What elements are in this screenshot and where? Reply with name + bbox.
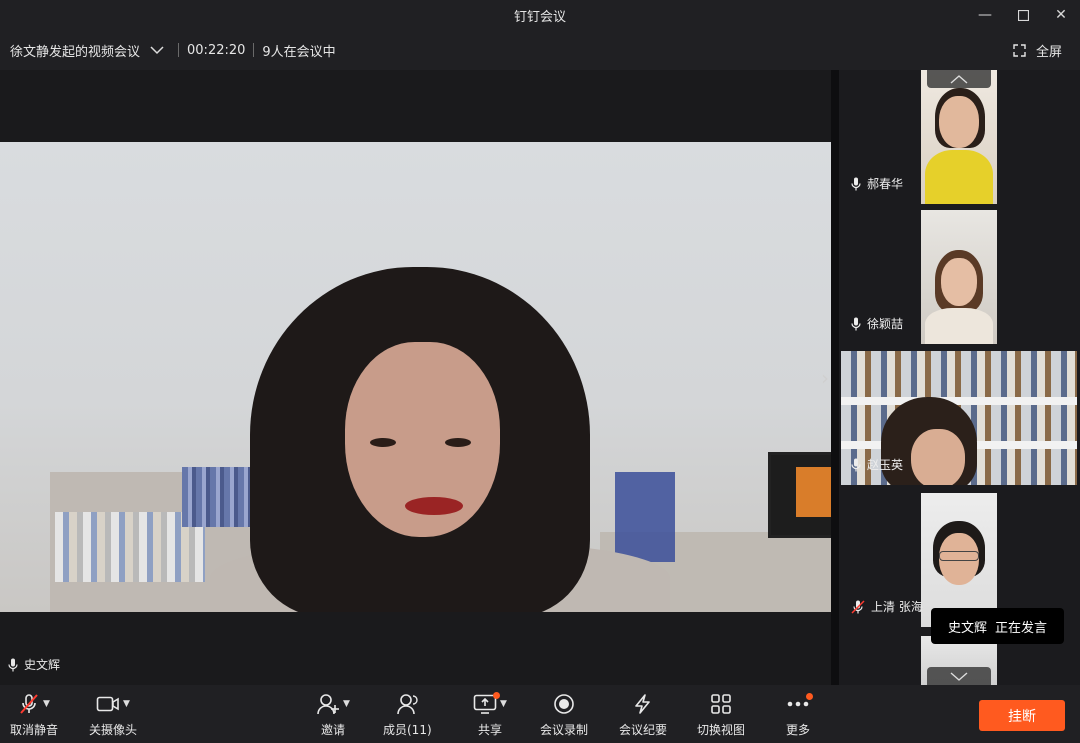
close-icon[interactable]: ✕ [1042,0,1080,30]
more-dots-icon [786,700,810,708]
main-speaker-name: 史文辉 [24,658,61,672]
window-title: 钉钉会议 [513,9,566,25]
bottom-toolbar: ▼ 取消静音 ▼ 关摄像头 ▼ 邀请 成员(11) ▼ 共享 会议录制 会议纪要… [0,685,1080,743]
invite-button[interactable]: ▼ 邀请 [316,691,350,738]
unmute-label: 取消静音 [10,723,59,737]
hangup-button[interactable]: 挂断 [979,700,1065,731]
participant-label: 上清 张海 [851,598,923,615]
participant-tile[interactable]: 徐颖喆 [839,210,1080,344]
grid-icon [710,693,732,715]
speaker-eye [445,438,471,447]
participant-face [911,429,965,485]
share-button[interactable]: ▼ 共享 [473,691,507,738]
active-speaker-name: 史文辉 [947,620,987,636]
caret-down-icon[interactable]: ▼ [43,699,50,709]
participant-face [939,96,979,148]
window-controls: — ✕ [966,0,1080,30]
fullscreen-label: 全屏 [1035,44,1062,60]
more-label: 更多 [786,723,811,737]
members-label: 成员(11) [383,723,432,737]
camera-off-label: 关摄像头 [89,723,138,737]
participant-video [921,493,997,627]
participant-tile[interactable]: 赵玉英 [839,351,1080,485]
add-user-icon [316,693,340,715]
record-button[interactable]: 会议录制 [540,691,588,738]
participant-tile[interactable]: 上清 张海 [839,493,1080,627]
panel-divider[interactable] [831,70,839,685]
meeting-duration: 00:22:20 [187,42,246,58]
caret-down-icon[interactable]: ▼ [123,699,130,709]
participant-tile[interactable]: 郝春华 [839,70,1080,204]
divider [178,43,180,57]
meeting-title[interactable]: 徐文静发起的视频会议 [10,41,140,60]
active-speaker-status: 正在发言 [995,620,1048,636]
notification-dot [806,693,813,700]
minutes-button[interactable]: 会议纪要 [619,691,667,738]
record-label: 会议录制 [540,723,589,737]
participant-label: 郝春华 [851,175,903,192]
scroll-up-button[interactable] [927,70,991,88]
members-icon [395,693,419,715]
microphone-icon [851,317,861,331]
participant-video [921,210,997,344]
speaker-eye [370,438,396,447]
notification-dot [493,692,500,699]
microphone-icon [851,458,861,472]
bookshelf-board [841,397,1077,405]
background-monitor-screen [796,467,831,517]
switch-view-label: 切换视图 [697,723,746,737]
speaker-mouth [405,497,463,515]
active-speaker-tooltip: 史文辉 正在发言 [931,608,1064,644]
participant-sidebar: 郝春华 徐颖喆 赵玉英 上清 张海 [839,70,1080,685]
minutes-label: 会议纪要 [619,723,668,737]
unmute-button[interactable]: ▼ 取消静音 [10,691,58,738]
microphone-muted-icon [18,693,40,715]
caret-down-icon[interactable]: ▼ [500,699,507,709]
divider [253,43,255,57]
camera-icon [96,695,120,713]
caret-down-icon[interactable]: ▼ [343,699,350,709]
participant-video [921,70,997,204]
background-basket [615,472,675,562]
meeting-info-bar: 徐文静发起的视频会议 00:22:20 9人在会议中 全屏 [0,30,1080,70]
participant-count: 9人在会议中 [262,44,336,60]
participant-name: 徐颖喆 [867,317,904,331]
microphone-muted-icon [851,599,865,614]
share-label: 共享 [477,723,502,737]
main-speaker-label: 史文辉 [8,656,60,673]
microphone-icon [8,658,18,672]
maximize-icon[interactable] [1004,0,1042,30]
participant-name: 上清 张海 [871,600,923,614]
fullscreen-icon [1013,43,1026,57]
participant-name: 郝春华 [867,177,904,191]
participant-label: 徐颖喆 [851,315,903,332]
camera-off-button[interactable]: ▼ 关摄像头 [89,691,137,738]
participant-body [925,150,993,204]
participant-body [925,308,993,344]
microphone-icon [851,177,861,191]
title-bar: 钉钉会议 — ✕ [0,0,1080,30]
minimize-icon[interactable]: — [966,0,1004,30]
members-button[interactable]: 成员(11) [383,691,432,738]
participant-glasses [939,551,979,561]
record-icon [553,693,575,715]
lightning-icon [632,693,654,715]
participant-name: 赵玉英 [867,458,904,472]
fullscreen-button[interactable]: 全屏 [1013,30,1062,70]
switch-view-button[interactable]: 切换视图 [697,691,745,738]
participant-face [941,258,977,306]
participant-label: 赵玉英 [851,456,903,473]
chevron-down-icon[interactable] [150,45,164,55]
main-video-feed [0,142,831,612]
invite-label: 邀请 [320,723,345,737]
main-video-area: › 史文辉 [0,70,831,685]
scroll-down-button[interactable] [927,667,991,685]
